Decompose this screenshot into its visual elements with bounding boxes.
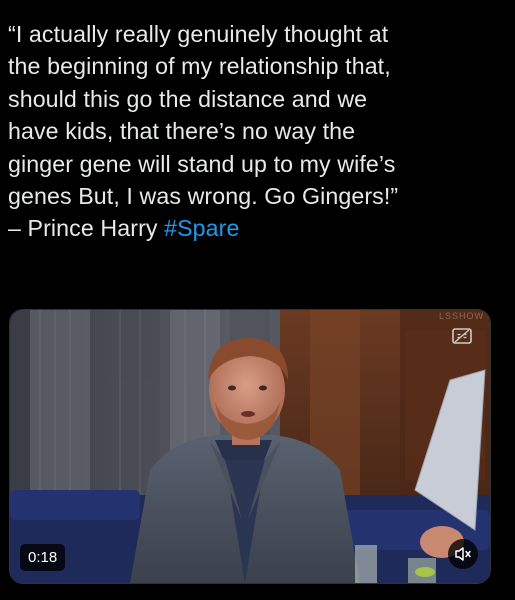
tweet-attribution-line: – Prince Harry #Spare bbox=[8, 212, 508, 244]
video-player[interactable]: LSSHOW 0:18 bbox=[9, 309, 491, 584]
video-duration-badge: 0:18 bbox=[20, 544, 66, 571]
video-frame bbox=[10, 310, 490, 583]
attribution-text: – Prince Harry bbox=[8, 215, 165, 242]
tweet-line: ginger gene will stand up to my wife’s bbox=[8, 150, 396, 177]
tweet-text: “I actually really genuinely thought at … bbox=[8, 18, 508, 245]
mute-toggle-button[interactable] bbox=[448, 539, 478, 569]
hashtag-link[interactable]: #Spare bbox=[164, 215, 239, 241]
closed-captions-icon[interactable] bbox=[452, 328, 472, 344]
muted-speaker-icon bbox=[455, 547, 471, 561]
tweet-line: have kids, that there’s no way the bbox=[8, 118, 356, 145]
tweet-line: genes But, I was wrong. Go Gingers!” bbox=[8, 183, 399, 210]
tweet-line: the beginning of my relationship that, bbox=[8, 53, 391, 80]
show-watermark: LSSHOW bbox=[438, 311, 484, 321]
tweet-line: “I actually really genuinely thought at bbox=[8, 21, 389, 47]
tweet-line: should this go the distance and we bbox=[8, 85, 368, 112]
